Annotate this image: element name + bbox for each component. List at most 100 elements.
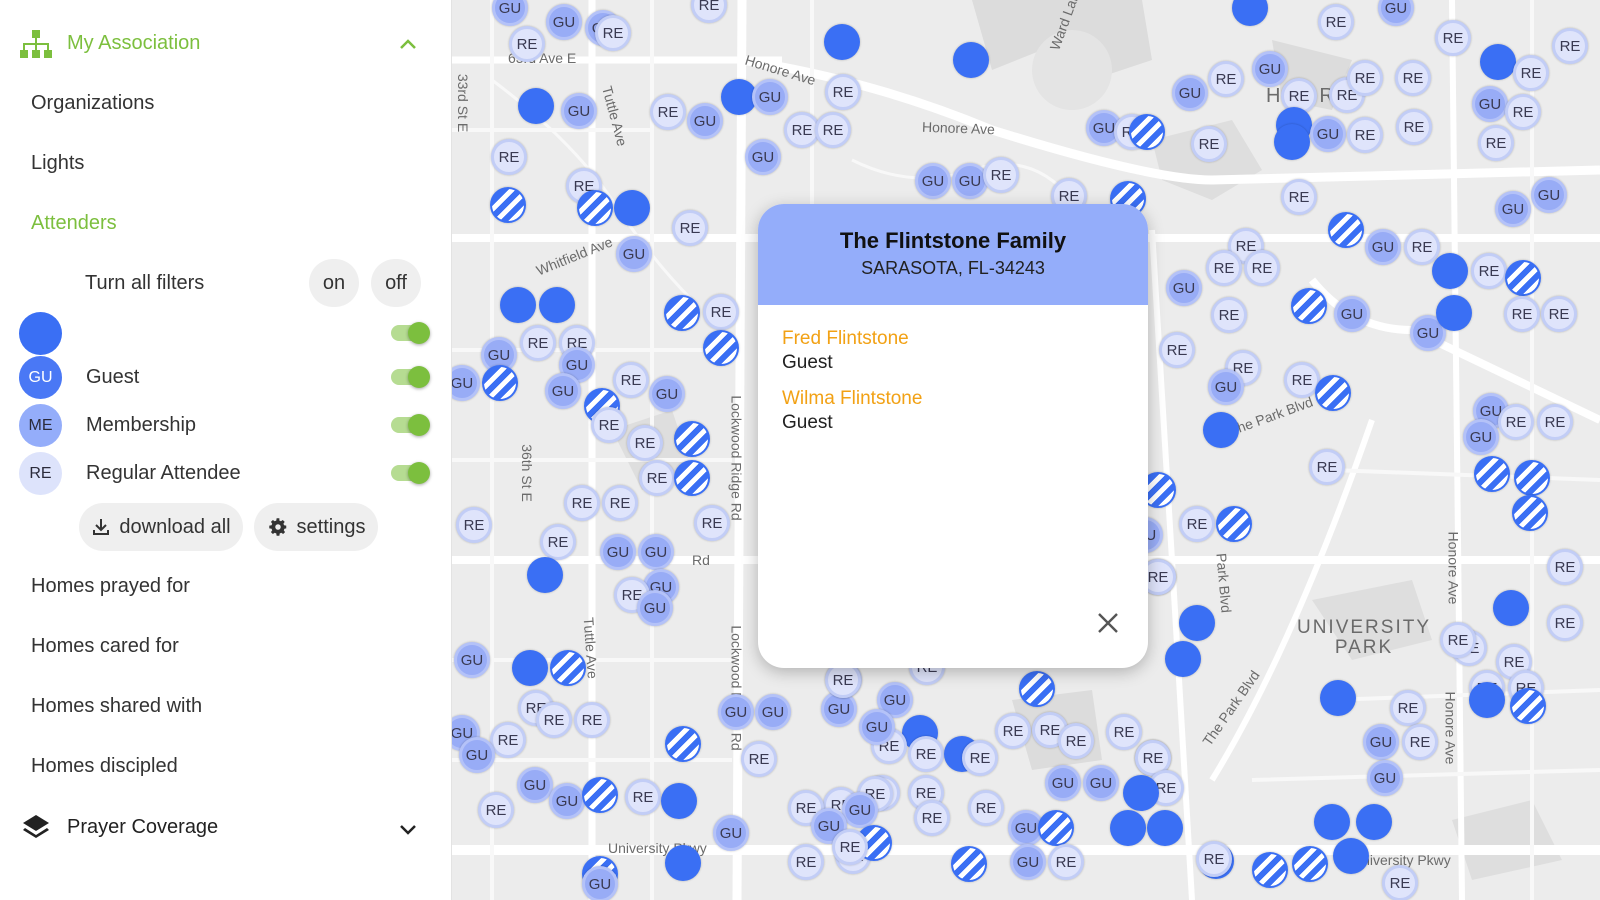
nav-homes-prayed-for[interactable]: Homes prayed for	[31, 574, 190, 598]
person-name-link[interactable]: Fred Flintstone	[782, 328, 909, 350]
map-marker[interactable]: GU	[952, 163, 988, 199]
map-marker[interactable]: RE	[574, 702, 610, 738]
map-marker[interactable]: RE	[815, 112, 851, 148]
map-marker[interactable]: RE	[1504, 296, 1540, 332]
map-marker[interactable]	[1203, 412, 1239, 448]
my-association-header[interactable]: My Association	[0, 13, 452, 73]
map-marker[interactable]	[500, 287, 536, 323]
map-marker[interactable]	[512, 650, 548, 686]
map-marker[interactable]: RE	[672, 210, 708, 246]
map-marker[interactable]: GU	[1495, 191, 1531, 227]
filter-toggle[interactable]	[391, 322, 430, 344]
map-marker[interactable]	[1436, 295, 1472, 331]
map-marker[interactable]	[1129, 114, 1165, 150]
map-marker[interactable]	[1291, 288, 1327, 324]
filter-toggle[interactable]	[391, 462, 430, 484]
map-marker[interactable]	[1432, 253, 1468, 289]
map-marker[interactable]: GU	[1472, 86, 1508, 122]
map-marker[interactable]: RE	[908, 736, 944, 772]
settings-button[interactable]: settings	[254, 503, 378, 551]
map-marker[interactable]: RE	[788, 844, 824, 880]
map-marker[interactable]: RE	[983, 157, 1019, 193]
map-marker[interactable]: RE	[968, 790, 1004, 826]
map-marker[interactable]: GU	[1463, 419, 1499, 455]
map-marker[interactable]: GU	[545, 373, 581, 409]
map-marker[interactable]: RE	[1159, 332, 1195, 368]
map-marker[interactable]	[951, 846, 987, 882]
map-marker[interactable]: GU	[713, 815, 749, 851]
download-all-button[interactable]: download all	[79, 503, 243, 551]
map-marker[interactable]: GU	[718, 694, 754, 730]
map-marker[interactable]	[1179, 605, 1215, 641]
map-marker[interactable]	[1019, 671, 1055, 707]
map-marker[interactable]	[665, 845, 701, 881]
map-marker[interactable]: GU	[1363, 724, 1399, 760]
map-marker[interactable]: GU	[745, 139, 781, 175]
map-marker[interactable]	[953, 42, 989, 78]
nav-homes-shared-with[interactable]: Homes shared with	[31, 694, 202, 718]
map-marker[interactable]	[1314, 804, 1350, 840]
map-marker[interactable]: GU	[517, 767, 553, 803]
map-marker[interactable]: RE	[595, 15, 631, 51]
map-marker[interactable]	[1252, 852, 1288, 888]
map-marker[interactable]: GU	[1252, 51, 1288, 87]
map-marker[interactable]	[1123, 775, 1159, 811]
map-marker[interactable]: RE	[478, 792, 514, 828]
map-marker[interactable]	[674, 460, 710, 496]
map-marker[interactable]: GU	[561, 93, 597, 129]
map-marker[interactable]: RE	[1208, 61, 1244, 97]
map-marker[interactable]: RE	[1179, 506, 1215, 542]
map-marker[interactable]	[1274, 124, 1310, 160]
map-marker[interactable]: GU	[687, 103, 723, 139]
map-marker[interactable]: RE	[1435, 20, 1471, 56]
map-marker[interactable]	[1493, 590, 1529, 626]
map-marker[interactable]: GU	[1208, 369, 1244, 405]
map-marker[interactable]: GU	[600, 534, 636, 570]
map-marker[interactable]: RE	[1552, 28, 1588, 64]
map-marker[interactable]: RE	[1058, 723, 1094, 759]
nav-attenders[interactable]: Attenders	[31, 211, 117, 235]
nav-homes-cared-for[interactable]: Homes cared for	[31, 634, 179, 658]
map-marker[interactable]: GU	[1166, 270, 1202, 306]
map-marker[interactable]: RE	[1382, 865, 1418, 900]
map-marker[interactable]: GU	[859, 709, 895, 745]
map-marker[interactable]	[1512, 495, 1548, 531]
map-marker[interactable]: RE	[1106, 714, 1142, 750]
map-marker[interactable]	[1147, 810, 1183, 846]
map-marker[interactable]	[1320, 680, 1356, 716]
map-marker[interactable]: RE	[1547, 549, 1583, 585]
map-marker[interactable]: RE	[1498, 404, 1534, 440]
filter-toggle[interactable]	[391, 414, 430, 436]
map-marker[interactable]: GU	[1010, 844, 1046, 880]
filters-on-button[interactable]: on	[309, 259, 359, 307]
map-marker[interactable]: RE	[1478, 125, 1514, 161]
map-marker[interactable]: GU	[1172, 75, 1208, 111]
map-marker[interactable]	[1480, 44, 1516, 80]
map-marker[interactable]: RE	[1402, 724, 1438, 760]
map-marker[interactable]	[661, 783, 697, 819]
map-marker[interactable]: RE	[703, 294, 739, 330]
map-marker[interactable]: RE	[1547, 605, 1583, 641]
map-marker[interactable]	[539, 287, 575, 323]
map-marker[interactable]	[550, 650, 586, 686]
map-marker[interactable]	[518, 88, 554, 124]
map-marker[interactable]: RE	[1513, 55, 1549, 91]
map-marker[interactable]: RE	[1347, 60, 1383, 96]
map-marker[interactable]	[824, 24, 860, 60]
map-marker[interactable]: RE	[1211, 297, 1247, 333]
map-marker[interactable]: RE	[491, 139, 527, 175]
map-marker[interactable]: GU	[842, 792, 878, 828]
map-marker[interactable]: RE	[613, 362, 649, 398]
map-marker[interactable]: RE	[591, 407, 627, 443]
map-marker[interactable]	[1165, 641, 1201, 677]
map-marker[interactable]	[1469, 682, 1505, 718]
map-marker[interactable]: RE	[1048, 844, 1084, 880]
map-marker[interactable]: RE	[456, 507, 492, 543]
map-marker[interactable]	[1510, 688, 1546, 724]
map-marker[interactable]: RE	[1471, 253, 1507, 289]
map-marker[interactable]	[1328, 212, 1364, 248]
map-marker[interactable]: GU	[752, 79, 788, 115]
map-marker[interactable]	[1216, 506, 1252, 542]
map-marker[interactable]: RE	[639, 460, 675, 496]
map-marker[interactable]: GU	[1045, 765, 1081, 801]
